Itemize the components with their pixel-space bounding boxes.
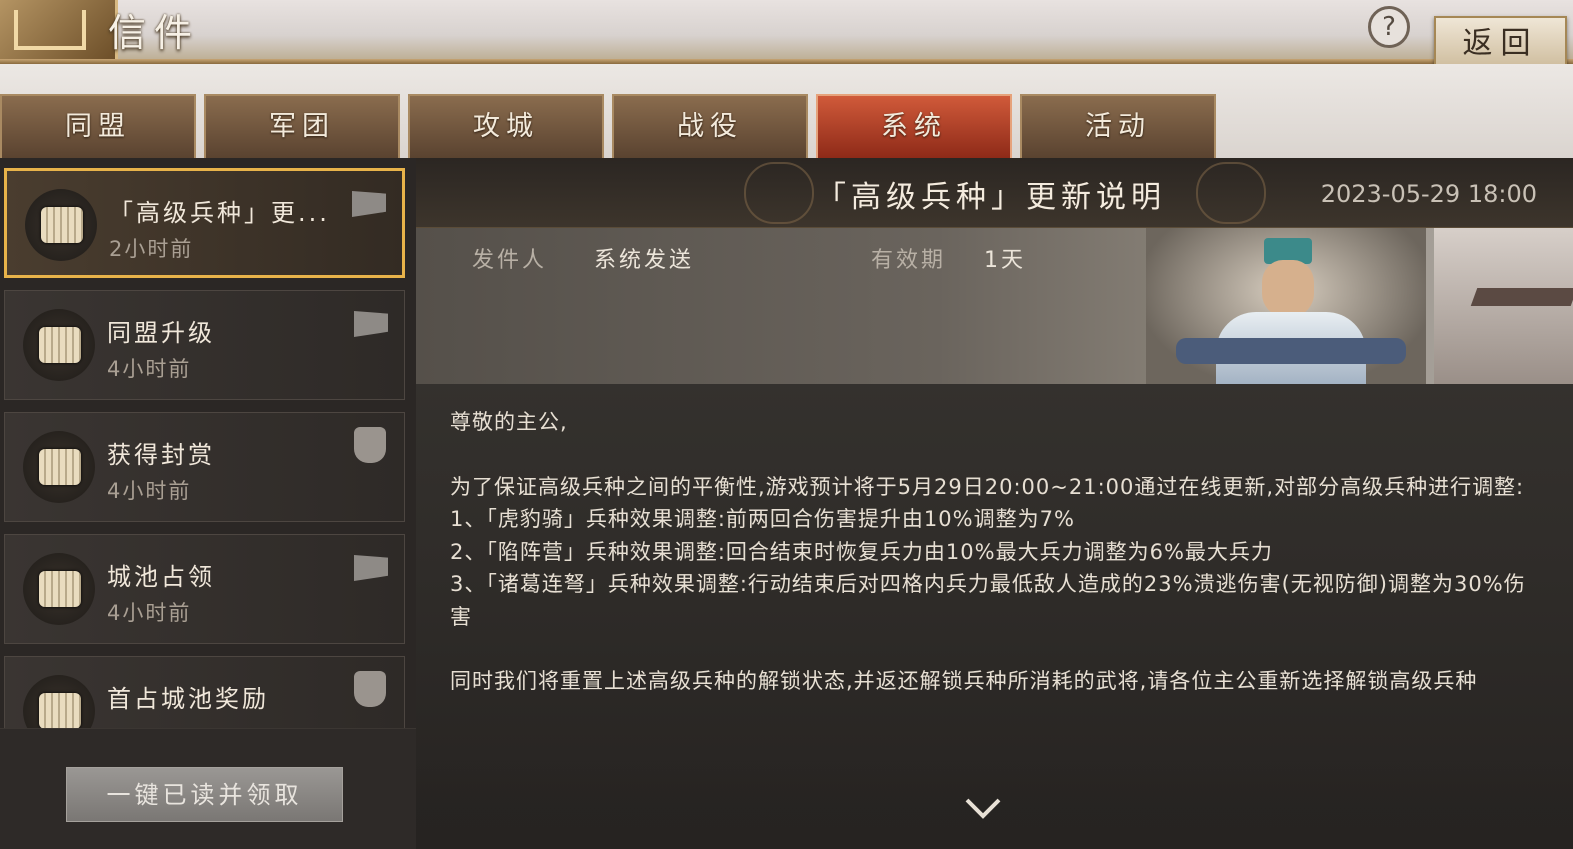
scroll-icon <box>23 309 95 381</box>
mail-item-selected[interactable]: 「高级兵种」更... 2小时前 <box>4 168 405 278</box>
mail-item-time: 4小时前 <box>107 601 192 625</box>
mail-greeting: 尊敬的主公, <box>450 410 568 434</box>
mail-item[interactable]: 同盟升级 4小时前 <box>4 290 405 400</box>
mail-screen: 信件 ? 返回 同盟 军团 攻城 战役 系统 活动 「高级兵种」更... 2小时… <box>0 0 1573 849</box>
title-emblem-icon <box>0 0 118 64</box>
scroll-icon <box>23 553 95 625</box>
mail-item-title: 获得封赏 <box>107 441 215 469</box>
mail-date: 2023-05-29 18:00 <box>1320 180 1537 208</box>
mail-item-title: 城池占领 <box>107 563 215 591</box>
page-title: 信件 <box>108 11 201 55</box>
advisor-portrait <box>1146 228 1426 384</box>
mail-item-title: 首占城池奖励 <box>107 685 269 713</box>
sender-value: 系统发送 <box>594 248 695 273</box>
mail-detail-panel: 「高级兵种」更新说明 2023-05-29 18:00 发件人 系统发送 有效期… <box>416 158 1573 849</box>
tab-event[interactable]: 活动 <box>1020 94 1216 158</box>
mail-item[interactable]: 城池占领 4小时前 <box>4 534 405 644</box>
tab-campaign[interactable]: 战役 <box>612 94 808 158</box>
tab-legion[interactable]: 军团 <box>204 94 400 158</box>
mail-item-time: 4小时前 <box>107 357 192 381</box>
mail-item-title: 同盟升级 <box>107 319 215 347</box>
mail-list-panel: 「高级兵种」更... 2小时前 同盟升级 4小时前 获得封赏 4小时前 城池占领… <box>0 158 416 849</box>
chevron-down-icon[interactable] <box>964 796 1002 822</box>
mail-item-title: 「高级兵种」更... <box>109 199 330 227</box>
mail-paragraph: 为了保证高级兵种之间的平衡性,游戏预计将于5月29日20:00~21:00通过在… <box>450 474 1525 499</box>
bag-icon <box>354 671 386 707</box>
cloud-ornament-icon <box>1196 162 1266 224</box>
validity-value: 1天 <box>984 248 1026 273</box>
mail-list-item: 3、「诸葛连弩」兵种效果调整:行动结束后对四格内兵力最低敌人造成的23%溃逃伤害… <box>450 572 1526 629</box>
mail-item-time: 4小时前 <box>107 479 192 503</box>
cloud-ornament-icon <box>744 162 814 224</box>
mail-list[interactable]: 「高级兵种」更... 2小时前 同盟升级 4小时前 获得封赏 4小时前 城池占领… <box>0 158 416 728</box>
tab-alliance[interactable]: 同盟 <box>0 94 196 158</box>
mail-item-time: 2小时前 <box>109 237 194 261</box>
tab-siege[interactable]: 攻城 <box>408 94 604 158</box>
bag-icon <box>354 427 386 463</box>
flag-icon <box>354 555 388 581</box>
mail-body: 尊敬的主公, 为了保证高级兵种之间的平衡性,游戏预计将于5月29日20:00~2… <box>450 406 1530 698</box>
mail-paragraph: 同时我们将重置上述高级兵种的解锁状态,并返还解锁兵种所消耗的武将,请各位主公重新… <box>450 669 1478 693</box>
scroll-icon <box>25 189 97 261</box>
claim-area: 一键已读并领取 <box>0 728 416 849</box>
flag-icon <box>354 311 388 337</box>
mail-item[interactable]: 获得封赏 4小时前 <box>4 412 405 522</box>
scroll-icon <box>23 675 95 728</box>
category-tabs: 同盟 军团 攻城 战役 系统 活动 <box>0 94 1216 158</box>
tab-system[interactable]: 系统 <box>816 94 1012 158</box>
mail-subject: 「高级兵种」更新说明 <box>816 180 1166 215</box>
mail-list-item: 2、「陷阵营」兵种效果调整:回合结束时恢复兵力由10%最大兵力调整为6%最大兵力 <box>450 539 1273 564</box>
top-bar: 信件 ? <box>0 0 1573 64</box>
mail-item[interactable]: 首占城池奖励 <box>4 656 405 728</box>
palace-image <box>1434 228 1573 384</box>
mail-detail-header: 「高级兵种」更新说明 2023-05-29 18:00 <box>416 158 1573 228</box>
scroll-icon <box>23 431 95 503</box>
validity-label: 有效期 <box>871 248 947 273</box>
sender-label: 发件人 <box>472 248 548 273</box>
flag-icon <box>352 191 386 217</box>
help-button[interactable]: ? <box>1368 6 1410 48</box>
read-and-claim-all-button[interactable]: 一键已读并领取 <box>66 767 343 822</box>
mail-list-item: 1、「虎豹骑」兵种效果调整:前两回合伤害提升由10%调整为7% <box>450 507 1075 531</box>
